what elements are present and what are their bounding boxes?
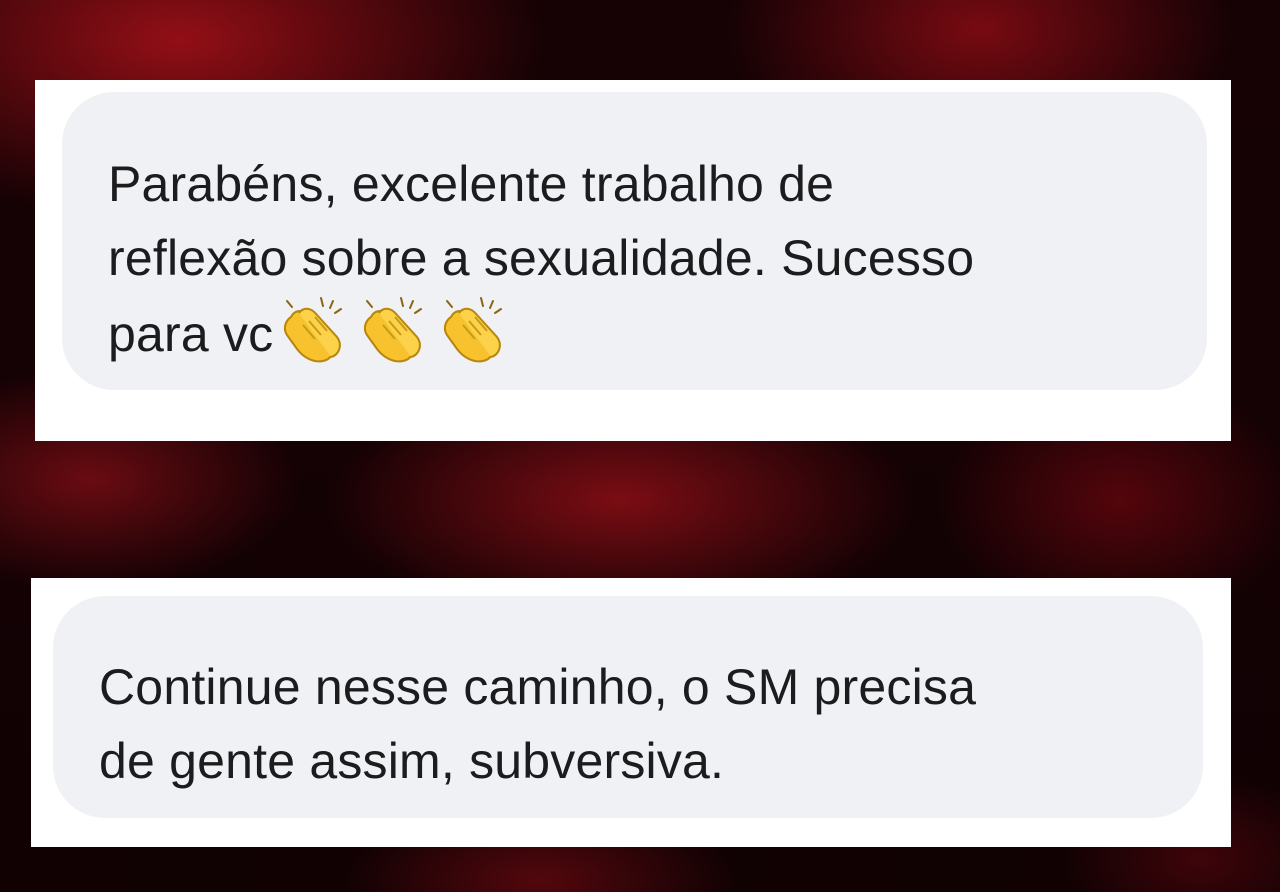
comment-bubble-2: Continue nesse caminho, o SM precisa de … xyxy=(53,596,1203,818)
comment-2-line-2: de gente assim, subversiva. xyxy=(99,733,725,789)
comment-card-1: Parabéns, excelente trabalho de reflexão… xyxy=(35,80,1231,441)
clapping-hands-icon xyxy=(361,295,433,365)
comment-1-line-2: reflexão sobre a sexualidade. Sucesso xyxy=(108,230,975,286)
comment-1-line-3: para vc xyxy=(108,295,1167,371)
comment-card-2: Continue nesse caminho, o SM precisa de … xyxy=(31,578,1231,847)
comment-1-line-1: Parabéns, excelente trabalho de xyxy=(108,156,835,212)
comment-1-line-3-text: para vc xyxy=(108,306,274,362)
clapping-hands-icon xyxy=(281,295,353,365)
clapping-hands-icon xyxy=(441,295,513,365)
comment-2-line-1: Continue nesse caminho, o SM precisa xyxy=(99,659,977,715)
comment-bubble-1: Parabéns, excelente trabalho de reflexão… xyxy=(62,92,1207,390)
